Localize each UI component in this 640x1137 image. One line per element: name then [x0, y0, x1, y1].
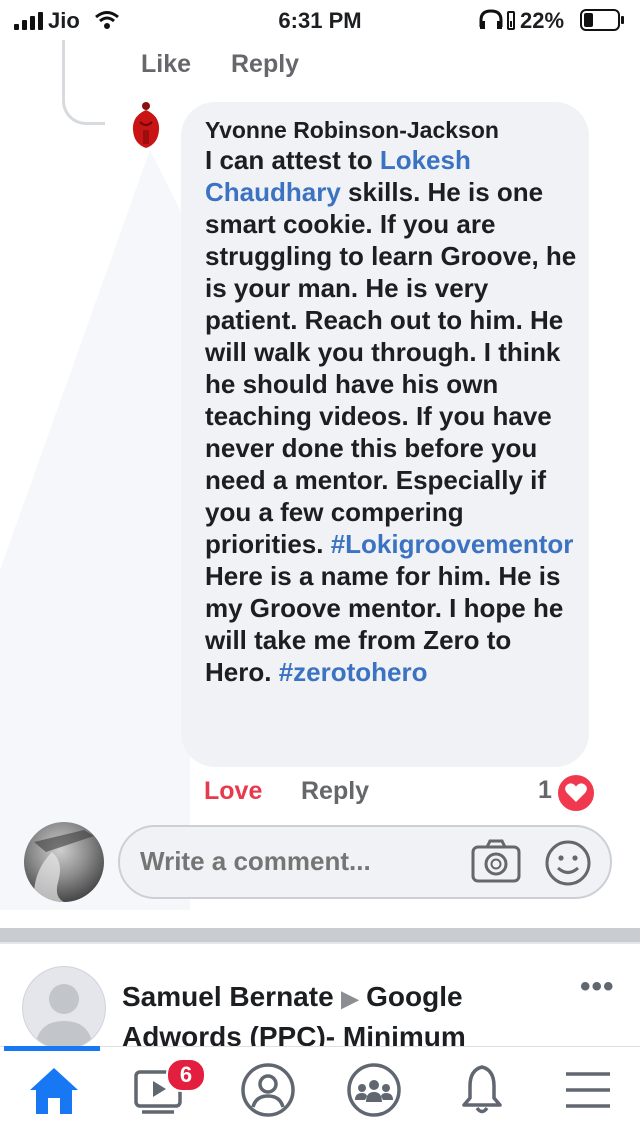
thread-connector [62, 40, 105, 125]
comment-author[interactable]: Yvonne Robinson-Jackson [205, 117, 499, 144]
background-shape [0, 150, 190, 910]
user-avatar[interactable] [24, 822, 104, 902]
watch-notification-badge: 6 [166, 1058, 206, 1092]
bottom-nav-bar [0, 1046, 640, 1137]
menu-icon[interactable] [556, 1058, 620, 1122]
status-bar: Jio 6:31 PM 22% [0, 0, 640, 40]
comment-input[interactable] [140, 846, 460, 877]
comment-text-part: I can attest to [205, 145, 380, 175]
love-reaction-icon [556, 773, 596, 813]
feed-divider [0, 928, 640, 942]
post-header: Samuel Bernate ▶ Google Adwords (PPC)- M… [122, 978, 562, 1056]
notifications-icon[interactable] [450, 1058, 514, 1122]
love-reaction-button[interactable]: Love [204, 777, 262, 806]
hashtag-link[interactable]: #Lokigroovementor [331, 529, 574, 559]
more-options-icon[interactable]: ••• [580, 970, 615, 1004]
reply-button[interactable]: Reply [231, 50, 299, 79]
hashtag-link[interactable]: #zerotohero [279, 657, 428, 687]
comment-text-part: skills. He is one smart cookie. If you a… [205, 177, 577, 559]
profile-icon[interactable] [236, 1058, 300, 1122]
commenter-avatar[interactable] [128, 100, 164, 152]
battery-icon [580, 9, 624, 31]
post-author-avatar[interactable] [22, 966, 106, 1050]
battery-percent: 22% [520, 8, 565, 33]
arrow-right-icon: ▶ [341, 986, 359, 1011]
home-icon[interactable] [22, 1058, 86, 1122]
reply-button[interactable]: Reply [301, 777, 369, 806]
emoji-icon[interactable] [544, 839, 592, 887]
groups-icon[interactable] [342, 1058, 406, 1122]
comment-text: I can attest to Lokesh Chaudhary skills.… [205, 144, 577, 688]
camera-icon[interactable] [471, 838, 521, 884]
feed-divider-shadow [0, 942, 640, 944]
post-author-name[interactable]: Samuel Bernate [122, 981, 334, 1012]
reaction-count[interactable]: 1 [538, 776, 552, 805]
headphones-icon [479, 9, 515, 30]
active-tab-indicator [4, 1046, 100, 1051]
like-button[interactable]: Like [141, 50, 191, 79]
